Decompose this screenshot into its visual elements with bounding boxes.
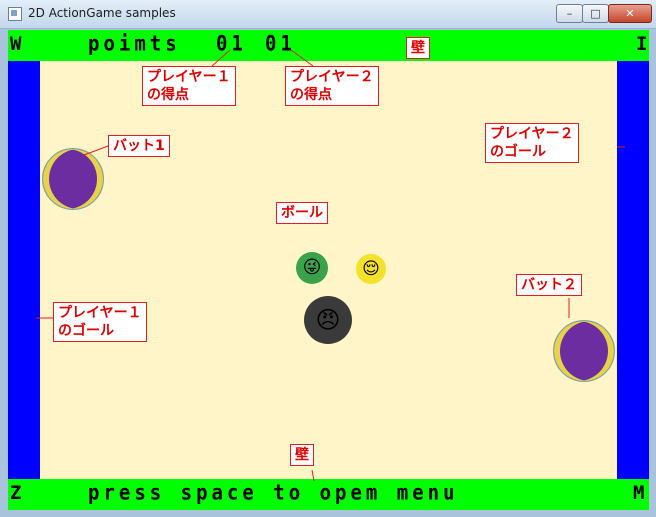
wall-top-note: 壁 <box>406 37 430 59</box>
game-canvas[interactable]: W I Z M poimts 01 01 press space to opem… <box>8 30 649 510</box>
bat1-note: バット1 <box>108 135 170 157</box>
app-window: 2D ActionGame samples – □ ✕ W I Z M poim… <box>0 0 656 517</box>
maximize-button[interactable]: □ <box>582 4 609 23</box>
wall-bottom-note: 壁 <box>290 444 314 466</box>
title-bar[interactable]: 2D ActionGame samples – □ ✕ <box>0 0 656 29</box>
player2-score-note: プレイヤー２ の得点 <box>285 66 379 106</box>
player1-goal-note: プレイヤー１ のゴール <box>53 302 147 342</box>
player1-score-note: プレイヤー１ の得点 <box>142 66 236 106</box>
minimize-button[interactable]: – <box>556 4 583 23</box>
close-button[interactable]: ✕ <box>608 4 652 23</box>
ball-note: ボール <box>276 202 328 224</box>
player2-goal-note: プレイヤー２ のゴール <box>485 123 579 163</box>
app-icon <box>8 7 22 21</box>
window-title: 2D ActionGame samples <box>28 6 176 20</box>
bat2-note: バット２ <box>516 274 582 296</box>
